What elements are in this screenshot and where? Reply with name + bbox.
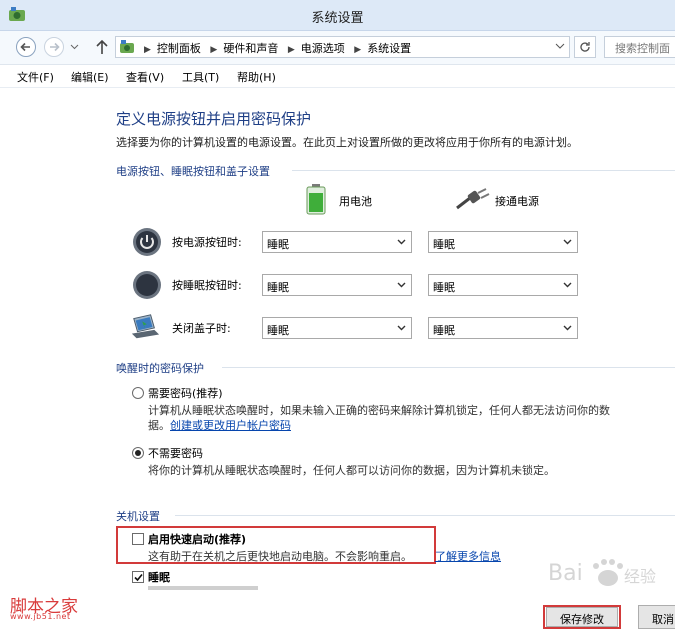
window-title: 系统设置 [311, 11, 364, 26]
fast-startup-checkbox[interactable] [132, 533, 144, 545]
require-password-desc-end: 据。 [148, 419, 170, 432]
refresh-icon [580, 42, 590, 52]
baidu-watermark-logo: Bai 经验 [548, 559, 656, 586]
breadcrumb-item[interactable]: 控制面板 [157, 42, 201, 55]
select-value: 睡眠 [267, 324, 289, 337]
select-value: 睡眠 [433, 238, 455, 251]
chevron-down-icon [563, 239, 572, 245]
battery-icon [306, 184, 326, 215]
chevron-down-icon [397, 282, 406, 288]
up-arrow-icon[interactable] [93, 37, 111, 57]
learn-more-link[interactable]: 了解更多信息 [435, 548, 501, 564]
create-password-link[interactable]: 创建或更改用户帐户密码 [170, 419, 291, 432]
fast-startup-desc: 这有助于在关机之后更快地启动电脑。不会影响重启。 [148, 550, 412, 563]
breadcrumb-item[interactable]: 系统设置 [367, 42, 411, 55]
svg-text:Bai: Bai [548, 561, 583, 586]
menu-view[interactable]: 查看(V) [126, 69, 164, 85]
divider [292, 170, 675, 171]
laptop-lid-icon [131, 314, 160, 339]
save-button[interactable]: 保存修改 [546, 607, 618, 627]
power-button-label: 按电源按钮时: [172, 236, 242, 249]
require-password-label[interactable]: 需要密码(推荐) [148, 385, 223, 401]
breadcrumb: ▶ 控制面板 ▶ 硬件和声音 ▶ 电源选项 ▶ 系统设置 [138, 40, 411, 56]
chevron-down-icon[interactable] [555, 41, 565, 51]
title-bar: 系统设置 [0, 0, 675, 31]
select-value: 睡眠 [267, 238, 289, 251]
close-lid-label: 关闭盖子时: [172, 322, 231, 335]
wake-password-group-title: 唤醒时的密码保护 [116, 362, 204, 375]
power-buttons-group-title: 电源按钮、睡眠按钮和盖子设置 [116, 165, 270, 178]
sleep-button-battery-select[interactable]: 睡眠 [262, 274, 412, 296]
require-password-desc: 计算机从睡眠状态唤醒时，如果未输入正确的密码来解除计算机锁定，任何人都无法访问你… [148, 404, 610, 417]
divider [175, 515, 675, 516]
breadcrumb-separator-icon: ▶ [287, 45, 295, 55]
history-chevron-icon[interactable] [70, 44, 79, 50]
select-value: 睡眠 [433, 281, 455, 294]
site-watermark-url: www.jb51.net [10, 612, 71, 621]
no-password-radio[interactable] [132, 447, 144, 459]
shutdown-group-title: 关机设置 [116, 510, 160, 523]
select-value: 睡眠 [433, 324, 455, 337]
breadcrumb-item[interactable]: 电源选项 [301, 42, 345, 55]
sleep-button-plugged-select[interactable]: 睡眠 [428, 274, 578, 296]
menu-tools[interactable]: 工具(T) [182, 69, 219, 85]
require-password-radio[interactable] [132, 387, 144, 399]
require-password-desc-line2: 据。创建或更改用户帐户密码 [148, 417, 291, 433]
breadcrumb-item[interactable]: 硬件和声音 [223, 42, 278, 55]
menu-bar: 文件(F) 编辑(E) 查看(V) 工具(T) 帮助(H) [0, 65, 675, 88]
cancel-button[interactable]: 取消 [638, 605, 675, 629]
select-value: 睡眠 [267, 281, 289, 294]
forward-button[interactable] [44, 37, 64, 57]
breadcrumb-separator-icon: ▶ [144, 45, 151, 55]
clipped-text-fragment [148, 586, 258, 590]
svg-text:经验: 经验 [624, 567, 656, 586]
close-lid-battery-select[interactable]: 睡眠 [262, 317, 412, 339]
arrow-left-icon [20, 42, 30, 52]
sleep-checkbox[interactable] [132, 571, 144, 583]
power-button-battery-select[interactable]: 睡眠 [262, 231, 412, 253]
search-input[interactable]: 搜索控制面 [604, 36, 675, 58]
fast-startup-label[interactable]: 启用快速启动(推荐) [148, 531, 246, 547]
chevron-down-icon [397, 239, 406, 245]
plugged-in-column-header: 接通电源 [495, 195, 539, 208]
arrow-right-icon [50, 42, 60, 52]
page-subtitle: 选择要为你的计算机设置的电源设置。在此页上对设置所做的更改将应用于你所有的电源计… [116, 136, 578, 149]
breadcrumb-separator-icon: ▶ [354, 45, 362, 55]
chevron-down-icon [563, 325, 572, 331]
address-field[interactable]: ▶ 控制面板 ▶ 硬件和声音 ▶ 电源选项 ▶ 系统设置 [115, 36, 570, 58]
sleep-button-label: 按睡眠按钮时: [172, 279, 242, 292]
address-bar: ▶ 控制面板 ▶ 硬件和声音 ▶ 电源选项 ▶ 系统设置 搜索控制面 [0, 31, 675, 65]
menu-edit[interactable]: 编辑(E) [71, 69, 109, 85]
power-button-plugged-select[interactable]: 睡眠 [428, 231, 578, 253]
menu-help[interactable]: 帮助(H) [237, 69, 276, 85]
no-password-label[interactable]: 不需要密码 [148, 445, 203, 461]
checkmark-icon [134, 573, 143, 582]
chevron-down-icon [397, 325, 406, 331]
control-panel-icon [120, 40, 134, 53]
battery-column-header: 用电池 [339, 195, 372, 208]
divider [222, 367, 675, 368]
power-button-icon [133, 228, 161, 256]
menu-file[interactable]: 文件(F) [17, 69, 54, 85]
breadcrumb-separator-icon: ▶ [210, 45, 218, 55]
refresh-button[interactable] [574, 36, 596, 58]
chevron-down-icon [563, 282, 572, 288]
page-title: 定义电源按钮并启用密码保护 [116, 110, 312, 128]
sleep-button-icon [133, 271, 161, 299]
power-plug-icon [456, 188, 490, 210]
no-password-desc: 将你的计算机从睡眠状态唤醒时，任何人都可以访问你的数据，因为计算机未锁定。 [148, 464, 555, 477]
close-lid-plugged-select[interactable]: 睡眠 [428, 317, 578, 339]
back-button[interactable] [16, 37, 36, 57]
sleep-label[interactable]: 睡眠 [148, 569, 170, 585]
